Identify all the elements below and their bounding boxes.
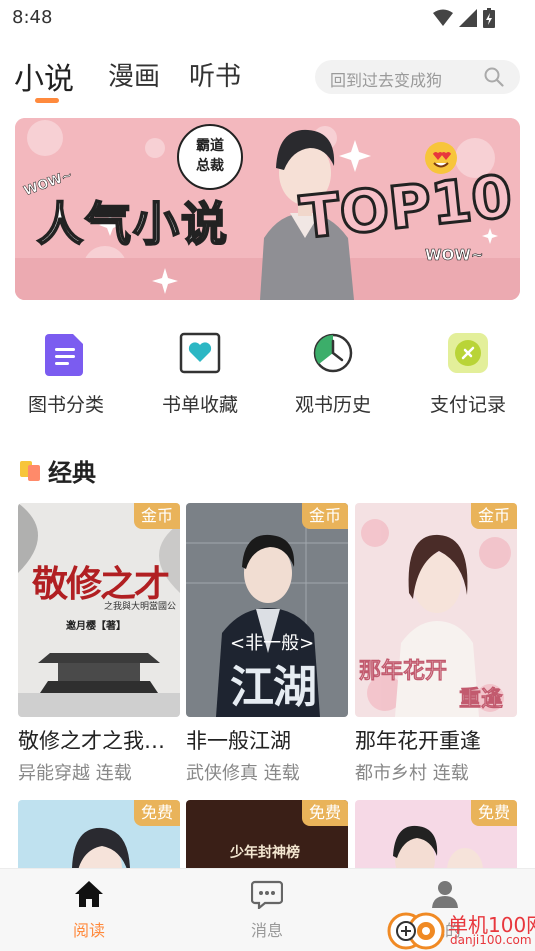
search-placeholder: 回到过去变成狗 xyxy=(330,71,443,90)
quick-link-label: 支付记录 xyxy=(429,394,506,416)
tab-audiobook[interactable]: 听书 xyxy=(189,56,241,93)
tab-novel[interactable]: 小说 xyxy=(14,54,74,98)
book-card[interactable]: 那年花开 重逢 金币 那年花开重逢 都市乡村 连载 xyxy=(355,503,517,785)
book-title[interactable]: 非一般江湖 xyxy=(186,725,348,755)
quick-links: 图书分类 书单收藏 观书历史 支付记录 xyxy=(0,330,535,430)
coin-tag: 金币 xyxy=(134,503,180,529)
book-meta: 武侠修真 连载 xyxy=(186,763,300,784)
section-marker-icon xyxy=(20,461,40,481)
battery-icon xyxy=(483,8,495,28)
quick-link-label: 书单收藏 xyxy=(161,394,238,416)
free-tag: 免费 xyxy=(471,800,517,826)
quick-link-payment[interactable]: 支付记录 xyxy=(413,330,523,417)
user-icon xyxy=(432,881,458,908)
search-input[interactable]: 回到过去变成狗 xyxy=(315,60,520,94)
book-category-icon xyxy=(45,334,83,376)
cover-title: 少年封神榜 xyxy=(230,845,300,861)
clock-icon xyxy=(313,333,353,373)
bottom-tab-messages[interactable]: 消息 xyxy=(222,879,312,941)
message-icon xyxy=(250,880,284,911)
banner-headline: 人气小说 xyxy=(36,196,229,252)
banner-wow-right: WOW~ xyxy=(425,246,484,265)
banner-badge-line1: 霸道 xyxy=(196,138,224,154)
cover-subtitle: 重逢 xyxy=(459,687,504,713)
cover-subtitle: 之我與大明當國公 xyxy=(104,602,177,612)
quick-link-book-category[interactable]: 图书分类 xyxy=(11,330,121,417)
book-title[interactable]: 那年花开重逢 xyxy=(355,725,517,755)
heart-box-icon xyxy=(179,332,221,374)
coin-tag: 金币 xyxy=(302,503,348,529)
cover-title: 江湖 xyxy=(230,662,317,713)
book-title[interactable]: 敬修之才之我… xyxy=(18,725,180,755)
status-icons xyxy=(433,8,495,28)
signal-icon xyxy=(459,9,477,27)
status-time: 8:48 xyxy=(12,7,53,28)
search-icon[interactable] xyxy=(484,67,504,87)
section-header-classic: 经典 xyxy=(20,452,96,488)
promo-banner[interactable]: 霸道 总裁 WOW~ 人气小说 TOP10 WOW~ xyxy=(15,118,520,300)
book-meta: 都市乡村 连载 xyxy=(355,763,469,784)
watermark-url: danji100.com xyxy=(450,933,532,947)
tab-indicator xyxy=(35,98,59,103)
home-icon xyxy=(75,881,103,907)
quick-link-label: 观书历史 xyxy=(294,394,371,416)
cover-author: 邀月樱【著】 xyxy=(66,621,126,632)
quick-link-history[interactable]: 观书历史 xyxy=(278,330,388,417)
quick-link-label: 图书分类 xyxy=(27,394,104,416)
cover-title: 那年花开 xyxy=(359,659,448,685)
book-card[interactable]: 敬修之才 之我與大明當國公 邀月樱【著】 金币 敬修之才之我… 异能穿越 连载 xyxy=(18,503,180,785)
tab-comic[interactable]: 漫画 xyxy=(108,56,160,93)
watermark: 单机100网 danji100.com xyxy=(386,907,535,951)
quick-link-booklist[interactable]: 书单收藏 xyxy=(145,330,255,417)
bottom-tab-read[interactable]: 阅读 xyxy=(44,879,134,941)
banner-badge: 霸道 总裁 xyxy=(177,124,243,190)
payment-tag-icon xyxy=(448,333,488,373)
bottom-tab-label: 阅读 xyxy=(72,921,105,940)
wifi-icon xyxy=(433,9,453,26)
book-cover[interactable]: 敬修之才 之我與大明當國公 邀月樱【著】 金币 xyxy=(18,503,180,717)
book-card[interactable]: <非一般> 江湖 金币 非一般江湖 武侠修真 连载 xyxy=(186,503,348,785)
free-tag: 免费 xyxy=(302,800,348,826)
watermark-logo xyxy=(387,912,445,950)
banner-badge-line2: 总裁 xyxy=(196,158,224,174)
section-title: 经典 xyxy=(48,458,96,487)
status-bar: 8:48 xyxy=(0,0,535,36)
book-cover[interactable]: 那年花开 重逢 金币 xyxy=(355,503,517,717)
book-meta: 异能穿越 连载 xyxy=(18,763,132,784)
coin-tag: 金币 xyxy=(471,503,517,529)
free-tag: 免费 xyxy=(134,800,180,826)
bottom-tab-label: 消息 xyxy=(250,921,283,940)
book-cover[interactable]: <非一般> 江湖 金币 xyxy=(186,503,348,717)
